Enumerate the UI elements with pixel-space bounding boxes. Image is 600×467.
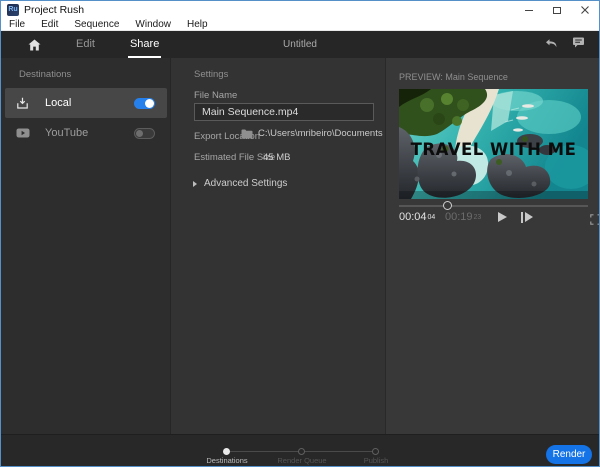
video-preview: TRAVEL WITH ME xyxy=(399,89,588,199)
tab-share[interactable]: Share xyxy=(127,38,162,58)
undo-icon xyxy=(546,38,557,47)
home-button[interactable] xyxy=(28,39,41,51)
destination-row-youtube[interactable]: YouTube xyxy=(5,118,167,148)
step-dot-destinations xyxy=(223,448,230,455)
menu-item-edit[interactable]: Edit xyxy=(33,19,66,30)
advanced-settings-toggle[interactable]: Advanced Settings xyxy=(193,178,287,189)
main-content: Destinations Local YouTube Settings File… xyxy=(1,58,599,434)
preview-controls: 00:0404 00:1923 xyxy=(399,210,599,226)
menu-item-window[interactable]: Window xyxy=(127,19,179,30)
destinations-panel: Destinations Local YouTube xyxy=(1,58,171,434)
timecode-current: 00:0404 xyxy=(399,211,436,223)
app-window: Ru Project Rush File Edit Sequence Windo… xyxy=(0,0,600,467)
step-dot-publish xyxy=(372,448,379,455)
step-triangle-glyph xyxy=(525,212,533,222)
window-title: Project Rush xyxy=(24,4,85,16)
local-toggle[interactable] xyxy=(134,97,155,109)
render-button[interactable]: Render xyxy=(546,445,592,464)
destination-label-youtube: YouTube xyxy=(45,127,89,139)
estimated-size-value: 45 MB xyxy=(263,152,291,163)
file-name-input[interactable] xyxy=(194,103,374,121)
minimize-button[interactable] xyxy=(515,1,543,19)
close-button[interactable] xyxy=(571,1,599,19)
home-icon xyxy=(28,39,41,50)
play-icon[interactable] xyxy=(498,212,507,222)
destination-label-local: Local xyxy=(45,97,72,109)
footer-bar: Destinations Render Queue Publish Render xyxy=(1,434,599,466)
file-name-label: File Name xyxy=(194,90,238,101)
step-forward-icon[interactable] xyxy=(521,212,533,223)
menu-item-sequence[interactable]: Sequence xyxy=(66,19,127,30)
export-device-icon xyxy=(16,97,30,110)
export-location-value[interactable]: C:\Users\mribeiro\Documents xyxy=(241,128,383,139)
chevron-right-icon xyxy=(193,180,197,187)
step-dot-render-queue xyxy=(298,448,305,455)
folder-icon xyxy=(241,129,253,138)
destination-row-local[interactable]: Local xyxy=(5,88,167,118)
youtube-toggle[interactable] xyxy=(134,127,155,139)
preview-panel: PREVIEW: Main Sequence TRAVEL WITH ME 00… xyxy=(386,58,599,434)
close-icon xyxy=(581,6,589,14)
step-bar-glyph xyxy=(521,212,523,223)
scrubber-track[interactable] xyxy=(399,205,588,207)
destinations-heading: Destinations xyxy=(19,69,72,80)
feedback-button[interactable] xyxy=(572,36,585,54)
nav-bar: Edit Share Untitled xyxy=(1,31,599,58)
export-path-text: C:\Users\mribeiro\Documents xyxy=(258,128,383,139)
title-bar: Ru Project Rush xyxy=(1,1,599,19)
fullscreen-icon xyxy=(590,214,599,225)
video-overlay-title: TRAVEL WITH ME xyxy=(410,140,577,159)
settings-heading: Settings xyxy=(194,69,229,80)
settings-panel: Settings File Name Export Location C:\Us… xyxy=(171,58,386,434)
step-label-publish: Publish xyxy=(363,456,389,465)
preview-heading: PREVIEW: Main Sequence xyxy=(399,72,508,82)
scrubber-handle[interactable] xyxy=(443,201,452,210)
menu-item-help[interactable]: Help xyxy=(179,19,216,30)
timecode-total: 00:1923 xyxy=(445,211,482,223)
youtube-icon xyxy=(16,128,30,138)
fullscreen-button[interactable] xyxy=(590,212,599,230)
maximize-icon xyxy=(553,6,561,14)
undo-button[interactable] xyxy=(545,36,558,54)
minimize-icon xyxy=(525,9,533,11)
advanced-settings-label: Advanced Settings xyxy=(204,178,288,189)
tab-edit[interactable]: Edit xyxy=(76,38,95,52)
menu-bar: File Edit Sequence Window Help xyxy=(1,19,599,31)
feedback-icon xyxy=(573,37,584,47)
app-logo-icon: Ru xyxy=(7,4,19,16)
maximize-button[interactable] xyxy=(543,1,571,19)
menu-item-file[interactable]: File xyxy=(1,19,33,30)
